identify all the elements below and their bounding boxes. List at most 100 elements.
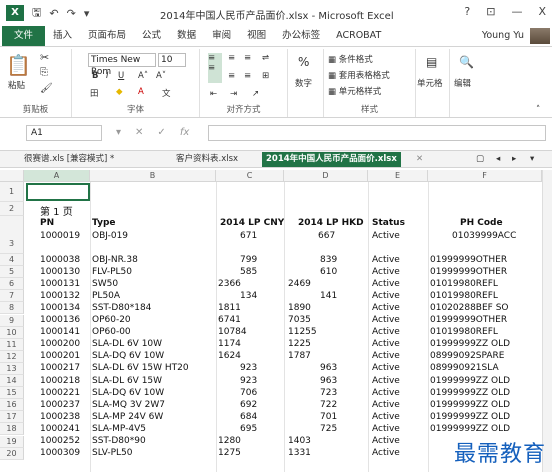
align-right-icon[interactable]: ≡	[244, 71, 251, 81]
format-painter-icon[interactable]: 🖌	[40, 83, 53, 94]
tab-view[interactable]: 视图	[239, 26, 274, 46]
cell-code[interactable]: 01019980REFL	[430, 291, 498, 301]
cell-code[interactable]: 01039999ACC	[452, 231, 516, 241]
cell-code[interactable]: 01999999ZZ OLD	[430, 388, 510, 398]
row-header[interactable]: 12	[0, 350, 24, 363]
cell-cny[interactable]: 585	[240, 267, 257, 277]
cell-status[interactable]: Active	[372, 231, 400, 241]
cell-cny[interactable]: 1624	[218, 351, 241, 361]
format-as-table-button[interactable]: ▦ 套用表格格式	[328, 69, 390, 81]
name-box[interactable]: A1	[26, 125, 102, 141]
cell-status[interactable]: Active	[372, 279, 400, 289]
cell-status[interactable]: Active	[372, 327, 400, 337]
align-bottom-icon[interactable]: ≡	[244, 53, 251, 63]
cell-pn[interactable]: 1000132	[40, 291, 80, 301]
cell-status[interactable]: Active	[372, 315, 400, 325]
header-status[interactable]: Status	[372, 218, 405, 228]
merge-icon[interactable]: ⊞	[262, 71, 269, 81]
cell-code[interactable]: 01999999ZZ OLD	[430, 400, 510, 410]
cell-code[interactable]: 01019980REFL	[430, 279, 498, 289]
select-all-corner[interactable]	[0, 170, 24, 182]
row-header[interactable]: 16	[0, 399, 24, 412]
selected-cell-a1[interactable]	[26, 183, 90, 201]
cell-type[interactable]: SST-D80*184	[92, 303, 151, 313]
minimize-button[interactable]: —	[511, 5, 522, 18]
cell-type[interactable]: OBJ-NR.38	[92, 255, 138, 265]
cell-cny[interactable]: 1275	[218, 448, 241, 458]
cell-status[interactable]: Active	[372, 376, 400, 386]
cell-pn[interactable]: 1000309	[40, 448, 80, 458]
ribbon-display-button[interactable]: ⊡	[486, 5, 495, 18]
cell-pn[interactable]: 1000221	[40, 388, 80, 398]
underline-button[interactable]: U	[118, 71, 124, 81]
cell-code[interactable]: 01999999ZZ OLD	[430, 376, 510, 386]
bold-button[interactable]: B	[92, 71, 98, 81]
cell-status[interactable]: Active	[372, 424, 400, 434]
cell-type[interactable]: OBJ-019	[92, 231, 128, 241]
cell-pn[interactable]: 1000217	[40, 363, 80, 373]
workbook-tab-2[interactable]: 客户资料表.xlsx	[176, 152, 238, 167]
conditional-format-button[interactable]: ▦ 条件格式	[328, 53, 373, 65]
cell-status[interactable]: Active	[372, 412, 400, 422]
tab-list-icon[interactable]: ▾	[530, 152, 534, 167]
cell-hkd[interactable]: 2469	[288, 279, 311, 289]
editing-icon[interactable]: 🔍	[459, 55, 474, 69]
cell-hkd[interactable]: 610	[320, 267, 337, 277]
cell-type[interactable]: SLA-MP-4V5	[92, 424, 146, 434]
cell-status[interactable]: Active	[372, 363, 400, 373]
cell-pn[interactable]: 1000241	[40, 424, 80, 434]
phonetic-icon[interactable]: 文	[162, 87, 171, 99]
scroll-tabs-right-icon[interactable]: ▸	[512, 152, 516, 167]
avatar[interactable]	[530, 28, 550, 44]
cell-hkd[interactable]: 701	[320, 412, 337, 422]
paste-icon[interactable]: 📋	[6, 53, 31, 77]
cell-cny[interactable]: 1811	[218, 303, 241, 313]
cell-pn[interactable]: 1000136	[40, 315, 80, 325]
help-button[interactable]: ?	[464, 5, 470, 18]
cell-status[interactable]: Active	[372, 339, 400, 349]
cell-hkd[interactable]: 7035	[288, 315, 311, 325]
border-icon[interactable]: 田	[90, 87, 99, 99]
workbook-tab-3-active[interactable]: 2014年中国人民币产品面价.xlsx	[262, 152, 401, 167]
cell-hkd[interactable]: 667	[318, 231, 335, 241]
cell-hkd[interactable]: 722	[320, 400, 337, 410]
cell-pn[interactable]: 1000131	[40, 279, 80, 289]
cell-status[interactable]: Active	[372, 303, 400, 313]
cell-type[interactable]: SLA-DQ 6V 10W	[92, 388, 164, 398]
cell-status[interactable]: Active	[372, 267, 400, 277]
align-middle-icon[interactable]: ≡	[228, 53, 235, 63]
font-name-select[interactable]: Times New Rom	[88, 53, 156, 77]
cell-type[interactable]: SLA-MP 24V 6W	[92, 412, 163, 422]
page-label[interactable]: 第 1 页	[40, 203, 73, 218]
cell-hkd[interactable]: 141	[320, 291, 337, 301]
cell-type[interactable]: SLA-DL 6V 15W HT20	[92, 363, 189, 373]
cell-cny[interactable]: 1280	[218, 436, 241, 446]
cell-hkd[interactable]: 1403	[288, 436, 311, 446]
cell-hkd[interactable]: 11255	[288, 327, 317, 337]
cell-cny[interactable]: 684	[240, 412, 257, 422]
cell-type[interactable]: SLA-DL 6V 10W	[92, 339, 162, 349]
cell-cny[interactable]: 1174	[218, 339, 241, 349]
cell-code[interactable]: 01999999OTHER	[430, 267, 507, 277]
cell-hkd[interactable]: 725	[320, 424, 337, 434]
row-header[interactable]: 11	[0, 338, 24, 351]
cell-type[interactable]: SST-D80*90	[92, 436, 146, 446]
undo-icon[interactable]: ↶	[49, 7, 58, 20]
cell-hkd[interactable]: 839	[320, 255, 337, 265]
cell-hkd[interactable]: 963	[320, 376, 337, 386]
cell-status[interactable]: Active	[372, 436, 400, 446]
cell-cny[interactable]: 692	[240, 400, 257, 410]
cell-pn[interactable]: 1000134	[40, 303, 80, 313]
row-header[interactable]: 15	[0, 387, 24, 400]
tab-page-layout[interactable]: 页面布局	[80, 26, 134, 46]
cell-cny[interactable]: 923	[240, 363, 257, 373]
row-header[interactable]: 3	[0, 216, 24, 254]
row-header[interactable]: 20	[0, 447, 24, 460]
cell-pn[interactable]: 1000038	[40, 255, 80, 265]
decrease-font-icon[interactable]: A˅	[156, 71, 166, 81]
cell-pn[interactable]: 1000238	[40, 412, 80, 422]
vertical-scrollbar[interactable]	[542, 170, 552, 472]
enter-icon[interactable]: ✓	[157, 127, 165, 138]
header-type[interactable]: Type	[92, 218, 115, 228]
user-name[interactable]: Young Yu	[482, 30, 524, 41]
